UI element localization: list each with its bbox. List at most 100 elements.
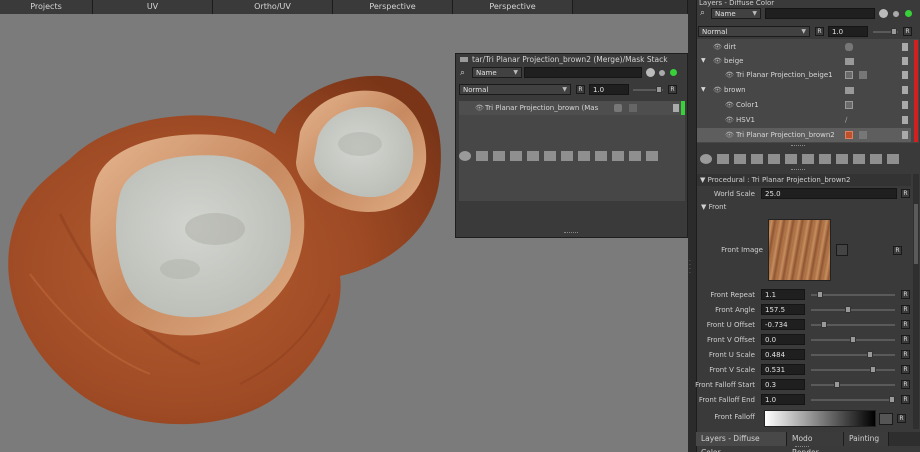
eye-icon[interactable]: 👁 bbox=[725, 113, 734, 127]
property-value-input[interactable]: -0.734 bbox=[761, 319, 805, 330]
add-filter-icon[interactable] bbox=[527, 151, 539, 161]
eye-icon[interactable]: 👁 bbox=[725, 128, 734, 142]
layers-opacity-knob[interactable] bbox=[891, 28, 897, 35]
merge-icon[interactable] bbox=[629, 151, 641, 161]
link-icon[interactable] bbox=[902, 43, 908, 51]
property-slider[interactable] bbox=[811, 294, 895, 296]
properties-scrollbar[interactable] bbox=[913, 174, 919, 429]
layer-row-brown[interactable]: ▼ 👁 brown bbox=[697, 83, 911, 97]
property-slider[interactable] bbox=[811, 309, 895, 311]
tab-modo-render[interactable]: Modo Render bbox=[787, 432, 844, 452]
collapse-icon[interactable]: ▼ bbox=[700, 176, 708, 184]
front-image-reset-button[interactable]: R bbox=[893, 246, 902, 255]
property-reset-button[interactable]: R bbox=[901, 320, 910, 329]
collapse-icon[interactable]: ▼ bbox=[701, 54, 706, 68]
link-icon[interactable] bbox=[902, 116, 908, 124]
add-image-icon[interactable] bbox=[717, 154, 729, 164]
merge-icon[interactable] bbox=[870, 154, 882, 164]
mask-stack-panel[interactable]: tar/Tri Planar Projection_brown2 (Merge)… bbox=[455, 53, 688, 238]
front-image-thumbnail[interactable] bbox=[768, 219, 831, 281]
world-scale-input[interactable]: 25.0 bbox=[761, 188, 897, 199]
layer-row-dirt[interactable]: 👁 dirt bbox=[697, 40, 911, 54]
property-reset-button[interactable]: R bbox=[901, 365, 910, 374]
folder-icon[interactable] bbox=[612, 151, 624, 161]
link-icon[interactable] bbox=[902, 131, 908, 139]
property-reset-button[interactable]: R bbox=[901, 305, 910, 314]
layer-row-tri-planar-brown2[interactable]: 👁 Tri Planar Projection_brown2 bbox=[697, 128, 911, 142]
mask-opacity-reset-button[interactable]: R bbox=[668, 85, 677, 94]
layers-opacity-reset-button[interactable]: R bbox=[903, 27, 912, 36]
front-section-header[interactable]: ▼ Front bbox=[701, 203, 726, 211]
delete-icon[interactable] bbox=[646, 151, 658, 161]
add-group-icon[interactable] bbox=[510, 151, 522, 161]
property-value-input[interactable]: 0.3 bbox=[761, 379, 805, 390]
tab-ortho-uv[interactable]: Ortho/UV bbox=[213, 0, 333, 14]
clear-search-icon[interactable] bbox=[646, 68, 655, 77]
property-slider-knob[interactable] bbox=[850, 336, 856, 343]
add-adjust-icon[interactable] bbox=[819, 154, 831, 164]
property-slider-knob[interactable] bbox=[834, 381, 840, 388]
world-scale-reset-button[interactable]: R bbox=[901, 189, 910, 198]
front-falloff-reset-button[interactable]: R bbox=[897, 414, 906, 423]
layers-filter-dropdown[interactable]: Name ▼ bbox=[711, 8, 761, 19]
clear-search-icon[interactable] bbox=[879, 9, 888, 18]
property-slider-knob[interactable] bbox=[867, 351, 873, 358]
property-reset-button[interactable]: R bbox=[901, 380, 910, 389]
property-reset-button[interactable]: R bbox=[901, 350, 910, 359]
layer-row-color1[interactable]: 👁 Color1 bbox=[697, 98, 911, 112]
properties-header[interactable]: ▼ Procedural : Tri Planar Projection_bro… bbox=[697, 174, 911, 186]
property-reset-button[interactable]: R bbox=[901, 335, 910, 344]
property-value-input[interactable]: 157.5 bbox=[761, 304, 805, 315]
mask-layer-row[interactable]: 👁 Tri Planar Projection_brown (Mas bbox=[459, 101, 685, 115]
property-slider[interactable] bbox=[811, 354, 895, 356]
gradient-edit-icon[interactable] bbox=[879, 413, 893, 425]
add-color-icon[interactable] bbox=[561, 151, 573, 161]
layer-row-beige[interactable]: ▼ 👁 beige bbox=[697, 54, 911, 68]
mask-opacity-knob[interactable] bbox=[656, 86, 662, 93]
eye-icon[interactable]: 👁 bbox=[713, 40, 722, 54]
eye-icon[interactable]: 👁 bbox=[725, 98, 734, 112]
delete-icon[interactable] bbox=[887, 154, 899, 164]
property-slider-knob[interactable] bbox=[845, 306, 851, 313]
layers-reset-button[interactable]: R bbox=[815, 27, 824, 36]
front-falloff-gradient[interactable] bbox=[764, 410, 876, 427]
list-icon[interactable] bbox=[595, 151, 607, 161]
property-slider-knob[interactable] bbox=[870, 366, 876, 373]
layers-opacity-input[interactable]: 1.0 bbox=[828, 26, 868, 37]
link-icon[interactable] bbox=[902, 57, 908, 65]
panel-splitter-handle[interactable]: · · · · bbox=[689, 259, 694, 280]
link-icon[interactable] bbox=[902, 71, 908, 79]
resize-grip[interactable] bbox=[564, 232, 578, 234]
collapse-icon[interactable]: ▼ bbox=[701, 203, 709, 211]
resize-grip[interactable] bbox=[791, 169, 805, 170]
add-layer-icon[interactable] bbox=[459, 151, 471, 161]
resize-grip[interactable] bbox=[795, 446, 809, 447]
dot-icon[interactable] bbox=[893, 11, 899, 17]
add-filter-icon[interactable] bbox=[768, 154, 780, 164]
eye-icon[interactable]: 👁 bbox=[713, 83, 722, 97]
property-slider[interactable] bbox=[811, 369, 895, 371]
layers-search-input[interactable] bbox=[765, 8, 875, 19]
add-group-icon[interactable] bbox=[751, 154, 763, 164]
image-browse-icon[interactable] bbox=[836, 244, 848, 256]
property-value-input[interactable]: 0.531 bbox=[761, 364, 805, 375]
mask-reset-button[interactable]: R bbox=[576, 85, 585, 94]
eye-icon[interactable]: 👁 bbox=[713, 54, 722, 68]
add-mask-icon[interactable] bbox=[544, 151, 556, 161]
layers-panel[interactable]: Layers - Diffuse Color ⌕ Name ▼ Normal ▼ R… bbox=[695, 0, 920, 452]
panel-grip-icon[interactable] bbox=[460, 57, 468, 62]
mask-blend-mode-dropdown[interactable]: Normal ▼ bbox=[459, 84, 571, 95]
folder-icon[interactable] bbox=[853, 154, 865, 164]
scrollbar-thumb[interactable] bbox=[914, 204, 918, 264]
property-slider-knob[interactable] bbox=[821, 321, 827, 328]
property-reset-button[interactable]: R bbox=[901, 290, 910, 299]
property-value-input[interactable]: 0.0 bbox=[761, 334, 805, 345]
tab-uv[interactable]: UV bbox=[93, 0, 213, 14]
tab-perspective-2[interactable]: Perspective bbox=[453, 0, 573, 14]
mask-filter-dropdown[interactable]: Name ▼ bbox=[472, 67, 522, 78]
add-adjust-icon[interactable] bbox=[578, 151, 590, 161]
add-color-icon[interactable] bbox=[802, 154, 814, 164]
property-slider[interactable] bbox=[811, 399, 895, 401]
add-layer-icon[interactable] bbox=[700, 154, 712, 164]
property-slider-knob[interactable] bbox=[817, 291, 823, 298]
